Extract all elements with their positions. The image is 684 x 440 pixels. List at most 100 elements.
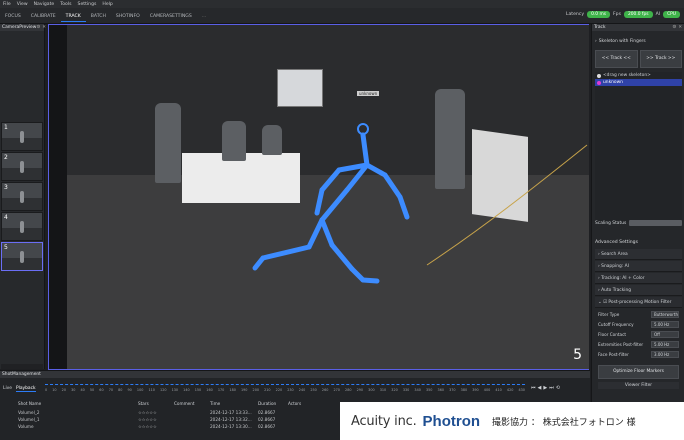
menu-file[interactable]: File bbox=[3, 2, 11, 7]
trajectory-arc bbox=[426, 144, 588, 266]
credit-text: 撮影協力 ： 株式会社フォトロン 様 bbox=[492, 417, 636, 428]
shot-stars[interactable]: ☆☆☆☆☆ bbox=[138, 410, 174, 415]
bone-pelvis bbox=[319, 217, 335, 248]
column-duration[interactable]: Duration bbox=[258, 401, 288, 406]
bone-right-thigh bbox=[329, 242, 355, 272]
timeline-tick-label: 140 bbox=[183, 388, 190, 392]
menu-view[interactable]: View bbox=[17, 2, 28, 7]
skeleton-item-unknown[interactable]: unknown bbox=[595, 79, 682, 86]
bone-left-foot bbox=[252, 255, 266, 271]
timeline-tick-label: 220 bbox=[275, 388, 283, 392]
tab-camerasettings[interactable]: CAMERASETTINGS bbox=[145, 12, 197, 22]
timeline-tick-label: 10 bbox=[52, 388, 57, 392]
menu-navigate[interactable]: Navigate bbox=[34, 2, 55, 7]
table-row[interactable]: Volumel_2 ☆☆☆☆☆ 2024-12-17 13:33... 02.8… bbox=[18, 409, 348, 416]
panel-close-icon[interactable]: ✕ bbox=[42, 25, 46, 30]
bone-right-shoulder bbox=[364, 162, 388, 178]
section-auto-tracking[interactable]: › Auto Tracking bbox=[595, 285, 682, 296]
tab-live[interactable]: Live bbox=[3, 386, 12, 392]
track-backward-button[interactable]: << Track << bbox=[595, 50, 638, 68]
section-motion-filter[interactable]: ⌄ ☑ Post-processing Motion Filter bbox=[595, 297, 682, 308]
camera-thumb-1[interactable]: 1 bbox=[1, 122, 43, 151]
extremities-filter-input[interactable]: 5.00 Hz bbox=[651, 340, 679, 348]
floor-contact-select[interactable]: Off bbox=[651, 330, 679, 338]
shot-stars[interactable]: ☆☆☆☆☆ bbox=[138, 417, 174, 422]
camera-thumb-5[interactable]: 5 bbox=[1, 242, 43, 271]
column-time[interactable]: Time bbox=[210, 401, 258, 406]
play-icon[interactable]: ▶ bbox=[543, 385, 547, 391]
column-shot-name[interactable]: Shot Name bbox=[18, 401, 138, 406]
tab-batch[interactable]: BATCH bbox=[86, 12, 111, 22]
shot-time: 2024-12-17 13:30... bbox=[210, 424, 252, 429]
playback-timeline[interactable]: 0 10 20 30 40 50 60 70 80 90 100 110 120 130 140 150 160… bbox=[45, 382, 525, 396]
section-label: Snapping: AI bbox=[601, 263, 629, 269]
camera-panel-scrollbar[interactable] bbox=[1, 364, 43, 369]
viewer-filter-header[interactable]: Viewer Filter bbox=[598, 382, 679, 389]
skeleton-section-header[interactable]: › Skeleton with Fingers bbox=[592, 39, 684, 44]
timeline-tick-label: 20 bbox=[61, 388, 66, 392]
cutoff-frequency-row: Cutoff Frequency 5.00 Hz bbox=[595, 319, 682, 329]
filter-type-select[interactable]: Butterworth bbox=[651, 310, 679, 318]
section-tracking[interactable]: › Tracking: AI + Color bbox=[595, 273, 682, 284]
timeline-tick-label: 210 bbox=[264, 388, 271, 392]
column-comment[interactable]: Comment bbox=[174, 401, 210, 406]
track-buttons: << Track << >> Track >> bbox=[595, 50, 682, 68]
main-camera-viewer[interactable]: unknown 5 bbox=[48, 24, 589, 370]
section-label: Search Area bbox=[601, 251, 628, 257]
skeleton-dot-icon bbox=[597, 73, 601, 78]
cutoff-frequency-input[interactable]: 5.00 Hz bbox=[651, 320, 679, 328]
timeline-tick-label: 240 bbox=[298, 388, 306, 392]
section-snapping[interactable]: › Snapping: AI bbox=[595, 261, 682, 272]
bone-right-foot bbox=[360, 277, 380, 284]
timeline-tick-label: 100 bbox=[136, 388, 144, 392]
column-stars[interactable]: Stars bbox=[138, 401, 174, 406]
menu-settings[interactable]: Settings bbox=[78, 2, 97, 7]
shot-table-body: Volumel_2 ☆☆☆☆☆ 2024-12-17 13:33... 02.8… bbox=[18, 409, 348, 430]
menu-bar: File View Navigate Tools Settings Help bbox=[0, 0, 684, 8]
camera-thumb-number: 2 bbox=[4, 154, 8, 161]
camera-thumb-3[interactable]: 3 bbox=[1, 182, 43, 211]
column-actors[interactable]: Actors bbox=[288, 401, 301, 406]
timeline-tick-label: 90 bbox=[127, 388, 132, 392]
skeleton-overlay bbox=[252, 123, 588, 284]
panel-close-icon[interactable]: ✕ bbox=[678, 25, 682, 30]
camera-thumb-2[interactable]: 2 bbox=[1, 152, 43, 181]
extremities-filter-row: Extremities Post-filter 5.00 Hz bbox=[595, 339, 682, 349]
floor-contact-row: Floor Contact Off bbox=[595, 329, 682, 339]
step-back-icon[interactable]: ◀ bbox=[538, 385, 542, 391]
tab-calibrate[interactable]: CALIBRATE bbox=[26, 12, 61, 22]
tab-focus[interactable]: FOCUS bbox=[0, 12, 26, 22]
skeleton-list: <drag new skeleton> unknown bbox=[595, 72, 682, 222]
optimize-floor-markers-button[interactable]: Optimize Floor Markers bbox=[598, 365, 679, 379]
tab-shotinfo[interactable]: SHOTINFO bbox=[111, 12, 145, 22]
advanced-settings: Advanced Settings › Search Area › Snappi… bbox=[595, 238, 682, 391]
track-forward-button[interactable]: >> Track >> bbox=[639, 50, 682, 68]
shot-stars[interactable]: ☆☆☆☆☆ bbox=[138, 424, 174, 429]
scaling-label: Scaling Status bbox=[595, 220, 627, 226]
menu-help[interactable]: Help bbox=[102, 2, 112, 7]
field-label: Filter Type bbox=[598, 311, 620, 317]
field-label: Extremities Post-filter bbox=[598, 341, 644, 347]
step-forward-icon[interactable]: ⏭ bbox=[549, 385, 554, 391]
section-label: Post-processing Motion Filter bbox=[608, 299, 672, 305]
camera-frame: unknown bbox=[67, 25, 589, 369]
tab-playback[interactable]: Playback bbox=[15, 386, 36, 392]
skeleton-item-label: <drag new skeleton> bbox=[603, 73, 651, 78]
skeleton-color-icon bbox=[597, 80, 601, 85]
table-row[interactable]: Volume ☆☆☆☆☆ 2024-12-17 13:30... 02.8667 bbox=[18, 423, 348, 430]
camera-thumb-4[interactable]: 4 bbox=[1, 212, 43, 241]
face-filter-input[interactable]: 3.00 Hz bbox=[651, 350, 679, 358]
panel-settings-icon[interactable]: ⚙ bbox=[672, 25, 676, 30]
skeleton-item-new[interactable]: <drag new skeleton> bbox=[595, 72, 682, 79]
tab-track[interactable]: TRACK bbox=[60, 12, 86, 22]
tab-more[interactable]: ... bbox=[197, 12, 211, 22]
section-search-area[interactable]: › Search Area bbox=[595, 249, 682, 260]
skeleton-item-label: unknown bbox=[603, 80, 623, 85]
loop-icon[interactable]: ⟲ bbox=[556, 385, 560, 391]
skip-start-icon[interactable]: ⏮ bbox=[531, 385, 536, 391]
timeline-tick-label: 60 bbox=[99, 388, 104, 392]
table-row[interactable]: Volumel_1 ☆☆☆☆☆ 2024-12-17 13:32... 02.8… bbox=[18, 416, 348, 423]
panel-settings-icon[interactable]: ⚙ bbox=[36, 25, 40, 30]
menu-tools[interactable]: Tools bbox=[60, 2, 71, 7]
timeline-tick-label: 350 bbox=[425, 388, 433, 392]
